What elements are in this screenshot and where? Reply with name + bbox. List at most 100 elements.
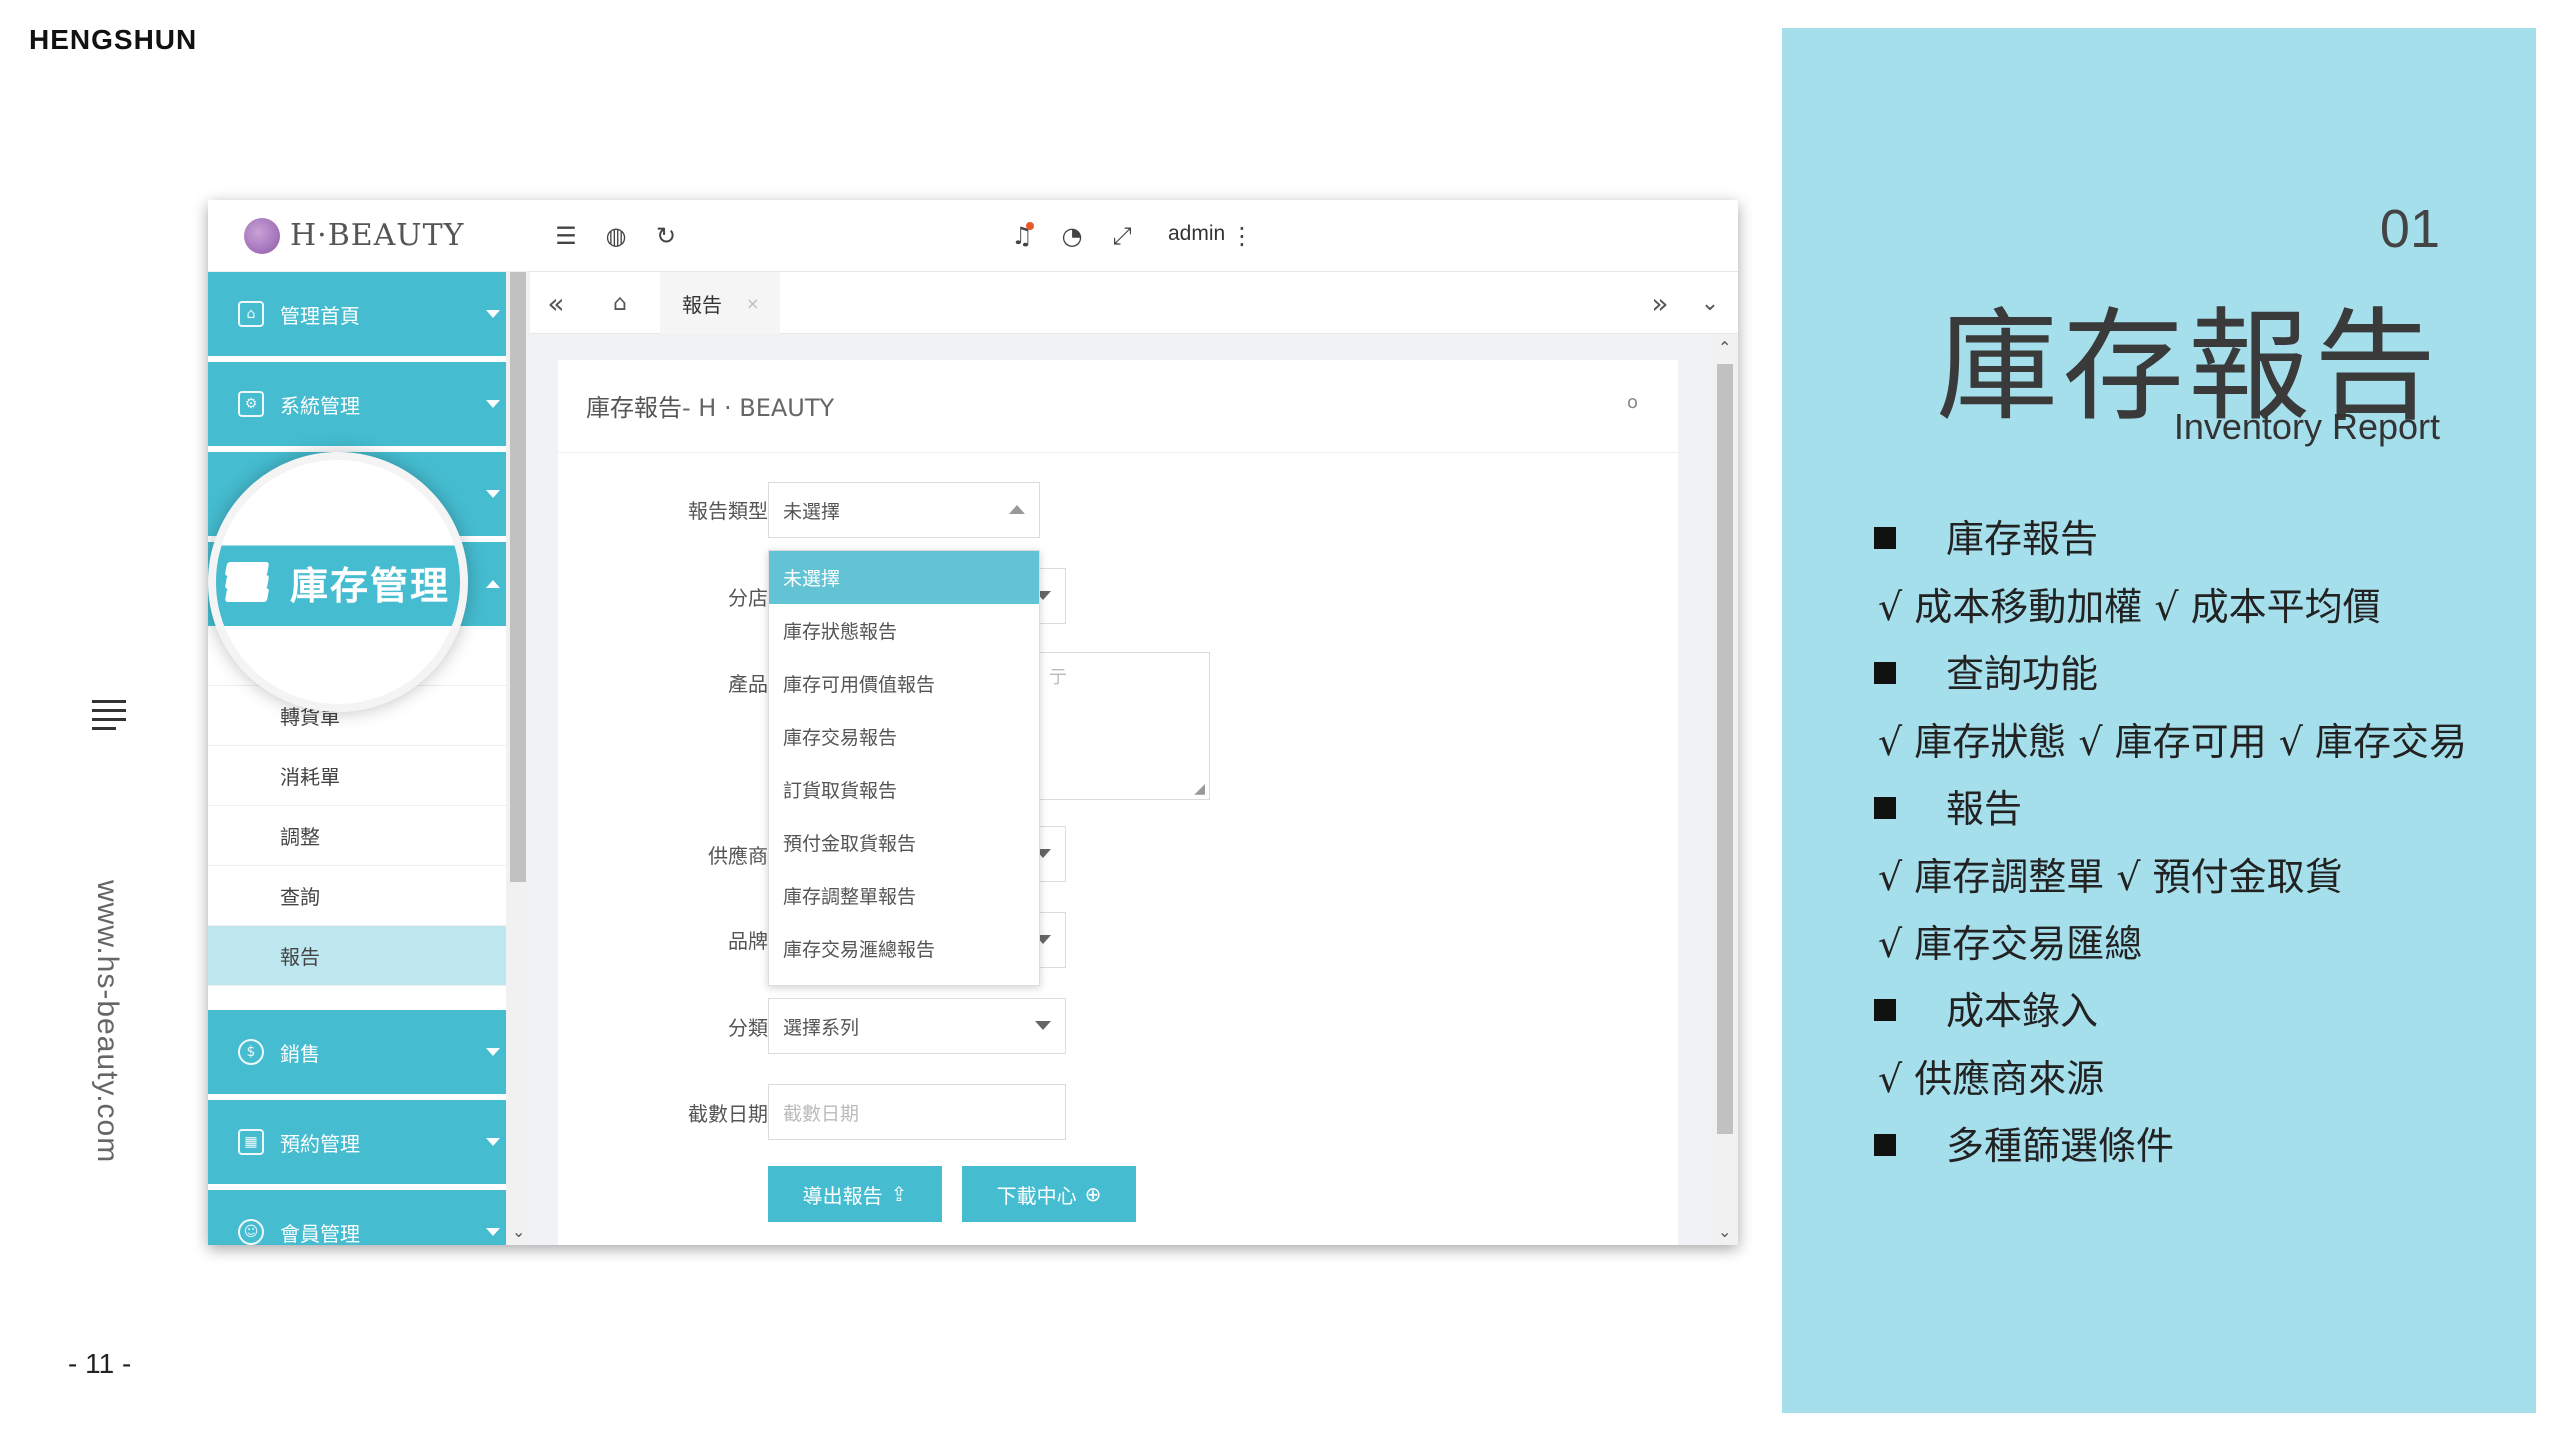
- feature-panel: 01 庫存報告 Inventory Report 庫存報告 √ 成本移動加權 √…: [1782, 28, 2536, 1413]
- refresh-icon[interactable]: o: [1627, 392, 1638, 413]
- cutoff-date-placeholder: 截數日期: [783, 1102, 860, 1125]
- bell-icon[interactable]: ♫: [1008, 222, 1036, 250]
- feature-check: √ 供應商來源: [1878, 1057, 2105, 1101]
- feature-bullet: 庫存報告: [1874, 508, 2098, 563]
- download-center-button[interactable]: 下載中心 ⊕: [962, 1166, 1136, 1222]
- resize-handle-icon[interactable]: ◢: [1194, 781, 1205, 797]
- square-bullet-icon: [1874, 1133, 1896, 1156]
- home-tab-icon[interactable]: ⌂: [600, 284, 640, 324]
- feature-check: √ 庫存調整單 √ 預付金取貨: [1878, 855, 2343, 899]
- feature-bullet: 成本錄入: [1874, 980, 2098, 1035]
- dropdown-option[interactable]: 訂貨取貨報告: [769, 763, 1039, 816]
- sidebar-item-label: 預約管理: [280, 1131, 360, 1156]
- square-bullet-icon: [1874, 661, 1896, 684]
- export-report-button[interactable]: 導出報告 ⇪: [768, 1166, 942, 1222]
- sidebar-item-member[interactable]: ☺ 會員管理: [208, 1190, 506, 1245]
- scroll-left-icon[interactable]: «: [536, 284, 576, 324]
- magnified-inventory-menu: 庫存管理: [208, 452, 468, 712]
- topbar: ☰ ◍ ↻ ♫ ◔ ⤢ admin ⋮: [530, 200, 1738, 272]
- sub-item-consume[interactable]: 消耗單: [208, 746, 506, 806]
- dropdown-option[interactable]: 庫存交易滙總報告: [769, 922, 1039, 975]
- category-label: 分類: [728, 1016, 768, 1040]
- palette-icon[interactable]: ◔: [1058, 222, 1086, 250]
- product-label: 產品: [728, 672, 768, 696]
- scroll-right-icon[interactable]: »: [1640, 284, 1680, 324]
- menu-fold-icon[interactable]: ☰: [552, 222, 580, 250]
- sub-item-query[interactable]: 查詢: [208, 866, 506, 926]
- scrollbar-thumb[interactable]: [1717, 364, 1733, 1134]
- menu-lines-icon: [92, 700, 126, 730]
- fullscreen-icon[interactable]: ⤢: [1108, 222, 1136, 250]
- dropdown-option[interactable]: 未選擇: [769, 551, 1039, 604]
- chevron-down-icon: [486, 490, 500, 498]
- website-url: www.hs-beauty.com: [91, 880, 124, 1164]
- dropdown-option[interactable]: 庫存交易報告: [769, 710, 1039, 763]
- chevron-up-icon: [1009, 505, 1025, 514]
- feature-bullet: 報告: [1874, 778, 2022, 833]
- section-number: 01: [2379, 199, 2440, 259]
- chevron-down-icon[interactable]: ⌄: [512, 1222, 525, 1241]
- sidebar-item-home[interactable]: ⌂ 管理首頁: [208, 272, 506, 356]
- logo-mark-icon: [244, 217, 280, 254]
- user-menu[interactable]: admin: [1168, 222, 1225, 246]
- magnified-label: 庫存管理: [289, 563, 450, 608]
- report-type-label: 報告類型: [688, 499, 768, 523]
- page-number: - 11 -: [68, 1348, 132, 1379]
- chevron-up-icon[interactable]: ⌃: [1718, 338, 1731, 357]
- square-bullet-icon: [1874, 526, 1896, 549]
- sidebar-scrollbar[interactable]: ⌄: [506, 272, 530, 1245]
- supplier-label: 供應商: [708, 844, 768, 868]
- layers-icon: [224, 562, 272, 602]
- scrollbar-thumb[interactable]: [510, 272, 526, 882]
- more-vertical-icon[interactable]: ⋮: [1228, 222, 1256, 250]
- sub-item-report[interactable]: 報告: [208, 926, 506, 986]
- tab-label: 報告: [682, 292, 722, 317]
- brand-label: 品牌: [728, 929, 768, 953]
- dropdown-option[interactable]: 庫存狀態報告: [769, 604, 1039, 657]
- feature-check: √ 庫存狀態 √ 庫存可用 √ 庫存交易: [1878, 720, 2468, 764]
- content-scrollbar[interactable]: ⌃ ⌄: [1712, 334, 1738, 1245]
- feature-check: √ 庫存交易匯總: [1878, 922, 2143, 966]
- dollar-icon: $: [238, 1039, 264, 1065]
- tab-bar: « ⌂ 報告 × » ⌄: [530, 272, 1738, 334]
- report-type-value: 未選擇: [783, 500, 841, 523]
- page-title: 庫存報告- H · BEAUTY: [586, 388, 834, 423]
- chevron-down-icon[interactable]: ⌄: [1718, 1222, 1731, 1241]
- category-value: 選擇系列: [783, 1016, 860, 1039]
- dropdown-option[interactable]: 庫存調整單報告: [769, 869, 1039, 922]
- sidebar-item-sales[interactable]: $ 銷售: [208, 1010, 506, 1094]
- sidebar-item-booking[interactable]: ▦ 預約管理: [208, 1100, 506, 1184]
- divider: [558, 452, 1678, 453]
- logo-text: H·BEAUTY: [290, 218, 465, 253]
- user-icon: ☺: [238, 1219, 264, 1245]
- chevron-down-icon[interactable]: ⌄: [1690, 284, 1730, 324]
- brand-name: HENGSHUN: [29, 24, 198, 55]
- chevron-up-icon: [486, 580, 500, 588]
- chevron-down-icon: [486, 1138, 500, 1146]
- dropdown-option[interactable]: 預付金取貨報告: [769, 816, 1039, 869]
- sub-item-adjust[interactable]: 調整: [208, 806, 506, 866]
- feature-bullet: 多種篩選條件: [1874, 1115, 2174, 1170]
- sidebar-item-label: 系統管理: [280, 393, 360, 418]
- square-bullet-icon: [1874, 796, 1896, 819]
- home-icon: ⌂: [238, 301, 264, 327]
- feature-bullet: 查詢功能: [1874, 643, 2098, 698]
- sidebar-item-system[interactable]: ⚙ 系統管理: [208, 362, 506, 446]
- report-type-select[interactable]: 未選擇: [768, 482, 1040, 538]
- sidebar: H·BEAUTY ⌂ 管理首頁 ⚙ 系統管理 轉貨單 消耗單 調整 查詢 報告 …: [208, 200, 530, 1245]
- close-icon[interactable]: ×: [746, 294, 759, 313]
- branch-label: 分店: [728, 586, 768, 610]
- dropdown-option[interactable]: 庫存可用價值報告: [769, 657, 1039, 710]
- cutoff-date-input[interactable]: 截數日期: [768, 1084, 1066, 1140]
- app-logo: H·BEAUTY: [208, 200, 530, 272]
- gear-icon: ⚙: [238, 391, 264, 417]
- chevron-down-icon: [486, 1228, 500, 1236]
- tab-report[interactable]: 報告 ×: [660, 272, 780, 334]
- report-type-dropdown: 未選擇 庫存狀態報告 庫存可用價值報告 庫存交易報告 訂貨取貨報告 預付金取貨報…: [768, 550, 1040, 986]
- globe-icon[interactable]: ◍: [602, 222, 630, 250]
- cutoff-date-label: 截數日期: [688, 1102, 768, 1126]
- chevron-down-icon: [1035, 1021, 1051, 1030]
- category-select[interactable]: 選擇系列: [768, 998, 1066, 1054]
- export-label: 導出報告: [802, 1183, 883, 1208]
- refresh-icon[interactable]: ↻: [652, 222, 680, 250]
